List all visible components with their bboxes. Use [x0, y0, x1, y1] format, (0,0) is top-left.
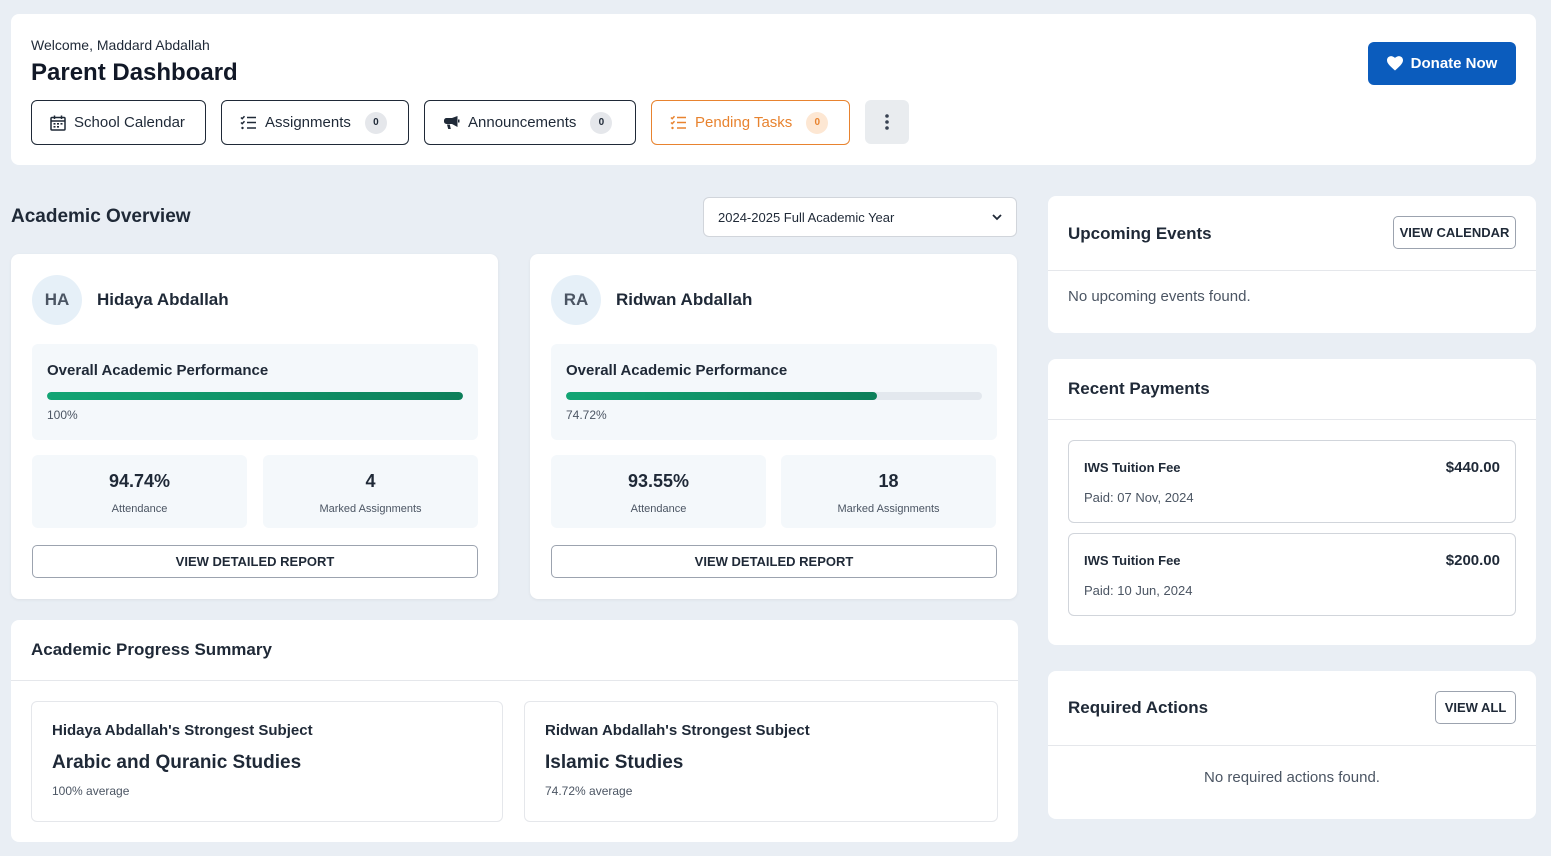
- marked-assignments-label: Marked Assignments: [837, 503, 940, 515]
- performance-progress-bar: [47, 392, 463, 400]
- school-calendar-button[interactable]: School Calendar: [31, 100, 206, 145]
- divider: [11, 680, 1018, 681]
- school-calendar-label: School Calendar: [74, 114, 185, 131]
- marked-assignments-stat: 4 Marked Assignments: [263, 455, 478, 528]
- divider: [1048, 745, 1536, 746]
- attendance-label: Attendance: [630, 503, 687, 515]
- payment-date: Paid: 10 Jun, 2024: [1084, 583, 1193, 598]
- student-card: HA Hidaya Abdallah Overall Academic Perf…: [11, 254, 498, 599]
- events-empty-text: No upcoming events found.: [1068, 288, 1251, 305]
- avatar: RA: [551, 275, 601, 325]
- heart-icon: [1386, 56, 1403, 71]
- payment-date: Paid: 07 Nov, 2024: [1084, 490, 1194, 505]
- academic-year-select[interactable]: 2024-2025 Full Academic Year: [703, 197, 1017, 237]
- payment-amount: $200.00: [1445, 552, 1500, 569]
- upcoming-events-card: Upcoming Events VIEW CALENDAR No upcomin…: [1048, 196, 1536, 333]
- divider: [1048, 419, 1536, 420]
- academic-year-value: 2024-2025 Full Academic Year: [718, 209, 895, 225]
- performance-label: Overall Academic Performance: [47, 362, 269, 379]
- performance-box: Overall Academic Performance 100%: [32, 344, 478, 440]
- avatar: HA: [32, 275, 82, 325]
- marked-assignments-label: Marked Assignments: [319, 503, 422, 515]
- marked-assignments-stat: 18 Marked Assignments: [781, 455, 996, 528]
- welcome-text: Welcome, Maddard Abdallah: [31, 37, 210, 53]
- payment-name: IWS Tuition Fee: [1084, 460, 1181, 475]
- marked-assignments-value: 4: [365, 471, 376, 491]
- marked-assignments-value: 18: [878, 471, 899, 491]
- academic-progress-title: Academic Progress Summary: [31, 640, 272, 659]
- required-actions-card: Required Actions VIEW ALL No required ac…: [1048, 671, 1536, 819]
- announcements-button[interactable]: Announcements 0: [424, 100, 636, 145]
- academic-overview-title: Academic Overview: [11, 206, 191, 227]
- payment-amount: $440.00: [1445, 459, 1500, 476]
- strongest-subject-name: Arabic and Quranic Studies: [52, 752, 302, 773]
- performance-progress-fill: [566, 392, 877, 400]
- upcoming-events-title: Upcoming Events: [1068, 224, 1212, 243]
- payment-item: IWS Tuition Fee $200.00 Paid: 10 Jun, 20…: [1068, 533, 1516, 616]
- donate-button[interactable]: Donate Now: [1368, 42, 1516, 85]
- megaphone-icon: [444, 116, 460, 129]
- strongest-subject-average: 100% average: [52, 784, 130, 798]
- view-calendar-button[interactable]: VIEW CALENDAR: [1393, 216, 1516, 249]
- performance-label: Overall Academic Performance: [566, 362, 788, 379]
- view-detailed-report-button[interactable]: VIEW DETAILED REPORT: [32, 545, 478, 578]
- payment-item: IWS Tuition Fee $440.00 Paid: 07 Nov, 20…: [1068, 440, 1516, 523]
- actions-empty-text: No required actions found.: [1204, 769, 1380, 786]
- page-title: Parent Dashboard: [31, 59, 238, 86]
- pending-tasks-button[interactable]: Pending Tasks 0: [651, 100, 850, 145]
- header-card: Welcome, Maddard Abdallah Parent Dashboa…: [11, 14, 1536, 165]
- view-all-button[interactable]: VIEW ALL: [1435, 691, 1516, 724]
- required-actions-title: Required Actions: [1068, 698, 1209, 717]
- pending-tasks-label: Pending Tasks: [695, 114, 793, 131]
- strongest-subject-heading: Hidaya Abdallah's Strongest Subject: [52, 722, 313, 739]
- checklist-icon: [670, 115, 686, 130]
- assignments-label: Assignments: [265, 114, 351, 131]
- recent-payments-title: Recent Payments: [1068, 379, 1210, 398]
- chevron-down-icon: [992, 213, 1002, 220]
- performance-progress-fill: [47, 392, 463, 400]
- attendance-value: 93.55%: [627, 471, 690, 491]
- announcements-count-badge: 0: [590, 111, 613, 134]
- academic-progress-card: Academic Progress Summary Hidaya Abdalla…: [11, 620, 1018, 842]
- student-name: Ridwan Abdallah: [616, 290, 753, 309]
- pending-tasks-count-badge: 0: [806, 111, 829, 134]
- student-card: RA Ridwan Abdallah Overall Academic Perf…: [530, 254, 1017, 599]
- attendance-label: Attendance: [111, 503, 168, 515]
- strongest-subject-box: Hidaya Abdallah's Strongest Subject Arab…: [31, 701, 503, 822]
- attendance-stat: 93.55% Attendance: [551, 455, 766, 528]
- view-detailed-report-button[interactable]: VIEW DETAILED REPORT: [551, 545, 997, 578]
- calendar-icon: [50, 115, 66, 131]
- performance-value: 74.72%: [566, 408, 607, 422]
- checklist-icon: [240, 115, 256, 130]
- announcements-label: Announcements: [468, 114, 577, 131]
- performance-progress-bar: [566, 392, 982, 400]
- performance-value: 100%: [47, 408, 78, 422]
- strongest-subject-box: Ridwan Abdallah's Strongest Subject Isla…: [524, 701, 998, 822]
- strongest-subject-average: 74.72% average: [545, 784, 633, 798]
- student-name: Hidaya Abdallah: [97, 290, 229, 309]
- strongest-subject-heading: Ridwan Abdallah's Strongest Subject: [545, 722, 810, 739]
- assignments-button[interactable]: Assignments 0: [221, 100, 409, 145]
- attendance-stat: 94.74% Attendance: [32, 455, 247, 528]
- recent-payments-card: Recent Payments IWS Tuition Fee $440.00 …: [1048, 359, 1536, 645]
- donate-label: Donate Now: [1410, 55, 1498, 72]
- strongest-subject-name: Islamic Studies: [545, 752, 684, 773]
- performance-box: Overall Academic Performance 74.72%: [551, 344, 997, 440]
- assignments-count-badge: 0: [364, 111, 387, 134]
- divider: [1048, 270, 1536, 271]
- attendance-value: 94.74%: [108, 471, 171, 491]
- payment-name: IWS Tuition Fee: [1084, 553, 1181, 568]
- more-options-button[interactable]: [865, 100, 909, 144]
- vertical-dots-icon: [885, 114, 889, 130]
